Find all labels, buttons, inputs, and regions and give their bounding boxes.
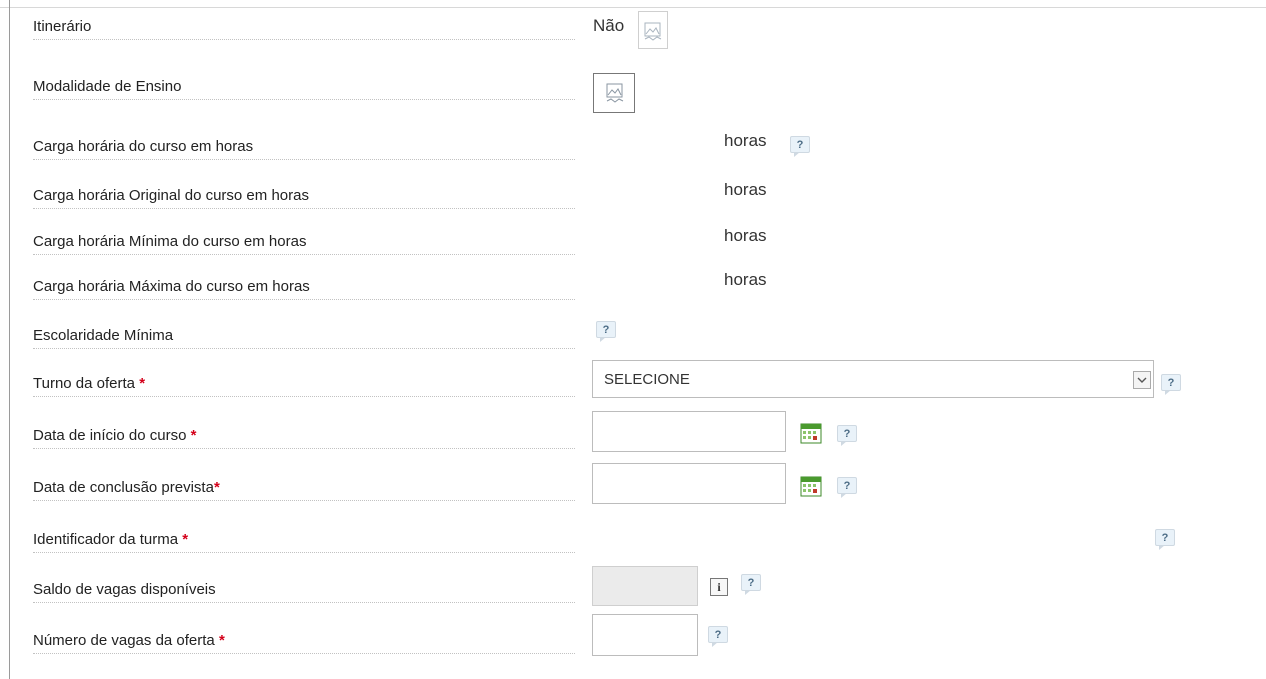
label-itinerario: Itinerário: [33, 18, 575, 40]
help-icon[interactable]: ?: [1155, 529, 1175, 550]
unit-horas: horas: [724, 180, 767, 199]
label-text: Identificador da turma: [33, 531, 179, 548]
label-carga-horaria-minima: Carga horária Mínima do curso em horas: [33, 233, 575, 255]
label-data-inicio: Data de início do curso *: [33, 427, 575, 449]
required-asterisk: *: [218, 632, 225, 649]
label-text: Data de conclusão prevista: [33, 479, 214, 496]
label-text: Saldo de vagas disponíveis: [33, 581, 216, 598]
data-conclusao-input[interactable]: [592, 463, 786, 504]
label-text: Carga horária do curso em horas: [33, 138, 254, 155]
label-data-conclusao: Data de conclusão prevista*: [33, 479, 575, 501]
label-text: Carga horária Máxima do curso em horas: [33, 278, 310, 295]
label-text: Data de início do curso: [33, 427, 187, 444]
help-icon[interactable]: ?: [1161, 374, 1181, 395]
required-asterisk: *: [213, 479, 220, 496]
unit-horas: horas: [724, 270, 767, 289]
label-escolaridade-minima: Escolaridade Mínima: [33, 327, 575, 349]
course-offer-form: Itinerário Não Modalidade de Ensino Carg…: [0, 0, 1266, 679]
help-icon[interactable]: ?: [741, 574, 761, 595]
itinerario-value: Não: [593, 16, 625, 35]
label-text: Escolaridade Mínima: [33, 327, 174, 344]
label-text: Carga horária Original do curso em horas: [33, 187, 309, 204]
help-icon[interactable]: ?: [708, 626, 728, 647]
turno-oferta-select[interactable]: SELECIONE: [592, 360, 1154, 398]
label-saldo-vagas: Saldo de vagas disponíveis: [33, 581, 575, 603]
required-asterisk: *: [190, 427, 197, 444]
label-identificador-turma: Identificador da turma *: [33, 531, 575, 553]
label-turno-oferta: Turno da oferta *: [33, 375, 575, 397]
label-carga-horaria-maxima: Carga horária Máxima do curso em horas: [33, 278, 575, 300]
label-carga-horaria-original: Carga horária Original do curso em horas: [33, 187, 575, 209]
calendar-icon[interactable]: [800, 422, 822, 444]
required-asterisk: *: [139, 375, 146, 392]
label-text: Itinerário: [33, 18, 92, 35]
help-icon[interactable]: ?: [790, 136, 810, 157]
label-text: Número de vagas da oferta: [33, 632, 215, 649]
required-asterisk: *: [182, 531, 189, 548]
broken-image-icon: [638, 11, 668, 49]
label-carga-horaria: Carga horária do curso em horas: [33, 138, 575, 160]
label-text: Turno da oferta: [33, 375, 136, 392]
unit-horas: horas: [724, 131, 767, 150]
help-icon[interactable]: ?: [596, 321, 616, 342]
help-icon[interactable]: ?: [837, 425, 857, 446]
chevron-down-icon[interactable]: [1133, 371, 1151, 389]
saldo-vagas-input: [592, 566, 698, 606]
calendar-icon[interactable]: [800, 475, 822, 497]
label-text: Modalidade de Ensino: [33, 78, 182, 95]
unit-horas: horas: [724, 226, 767, 245]
numero-vagas-input[interactable]: [592, 614, 698, 656]
info-icon[interactable]: i: [710, 578, 728, 596]
label-text: Carga horária Mínima do curso em horas: [33, 233, 307, 250]
broken-image-icon: [593, 73, 635, 113]
help-icon[interactable]: ?: [837, 477, 857, 498]
select-value: SELECIONE: [604, 371, 690, 388]
data-inicio-input[interactable]: [592, 411, 786, 452]
label-modalidade-ensino: Modalidade de Ensino: [33, 78, 575, 100]
label-numero-vagas: Número de vagas da oferta *: [33, 632, 575, 654]
